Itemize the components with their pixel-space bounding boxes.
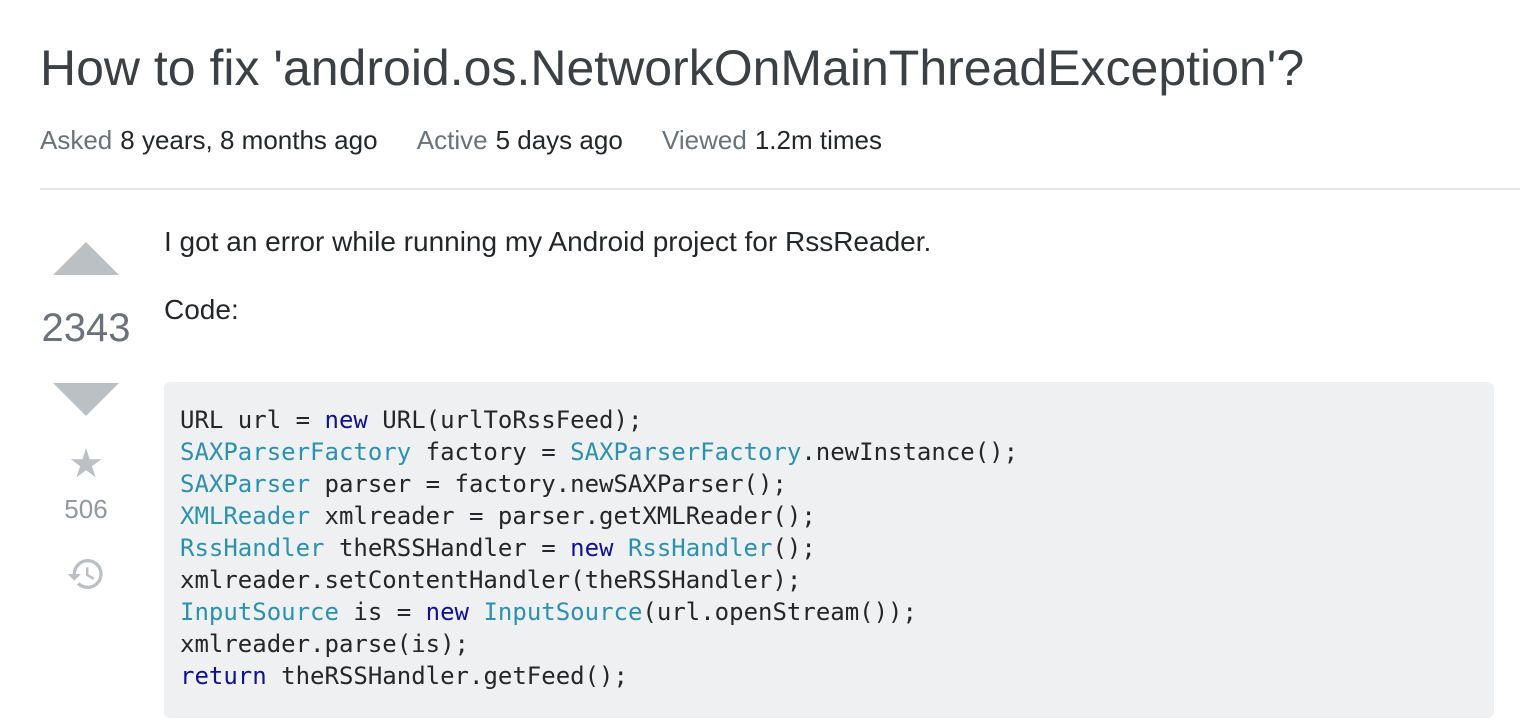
post-paragraph-code-label: Code: bbox=[164, 294, 239, 325]
code-text: (); bbox=[772, 534, 816, 562]
code-line: return theRSSHandler.getFeed(); bbox=[180, 660, 1478, 692]
favorite-star-icon[interactable]: ★ bbox=[40, 442, 132, 486]
upvote-button[interactable] bbox=[53, 242, 119, 275]
code-type: XMLReader bbox=[180, 502, 311, 530]
active-value[interactable]: 5 days ago bbox=[496, 125, 623, 155]
code-type: InputSource bbox=[180, 598, 339, 626]
code-line: InputSource is = new InputSource(url.ope… bbox=[180, 596, 1478, 628]
code-line: xmlreader.setContentHandler(theRSSHandle… bbox=[180, 564, 1478, 596]
history-icon[interactable] bbox=[66, 554, 106, 594]
code-type: SAXParserFactory bbox=[570, 438, 802, 466]
code-line: SAXParser parser = factory.newSAXParser(… bbox=[180, 468, 1478, 500]
code-keyword: new bbox=[425, 598, 470, 626]
code-text: parser = factory.newSAXParser(); bbox=[310, 470, 787, 498]
viewed-meta: Viewed 1.2m times bbox=[662, 124, 882, 156]
code-type: RssHandler bbox=[627, 534, 773, 562]
code-text: URL(urlToRssFeed); bbox=[367, 406, 643, 434]
code-keyword: new bbox=[570, 534, 614, 562]
code-text: xmlreader.setContentHandler(theRSSHandle… bbox=[180, 566, 802, 594]
code-text: factory = bbox=[411, 438, 571, 466]
code-text: URL url = bbox=[180, 406, 325, 434]
code-line: URL url = new URL(urlToRssFeed); bbox=[180, 404, 1478, 436]
active-meta: Active 5 days ago bbox=[417, 124, 623, 156]
viewed-label: Viewed bbox=[662, 125, 747, 155]
code-text: theRSSHandler = bbox=[324, 534, 571, 562]
question-title[interactable]: How to fix 'android.os.NetworkOnMainThre… bbox=[40, 36, 1304, 100]
code-type: InputSource bbox=[483, 598, 643, 626]
code-text: theRSSHandler.getFeed(); bbox=[266, 662, 628, 690]
asked-value: 8 years, 8 months ago bbox=[120, 125, 378, 155]
asked-label: Asked bbox=[40, 125, 113, 155]
code-text: xmlreader = parser.getXMLReader(); bbox=[310, 502, 816, 530]
code-line: xmlreader.parse(is); bbox=[180, 628, 1478, 660]
code-line: RssHandler theRSSHandler = new RssHandle… bbox=[180, 532, 1478, 564]
question-meta: Asked 8 years, 8 months ago Active 5 days … bbox=[40, 124, 914, 156]
code-line: SAXParserFactory factory = SAXParserFact… bbox=[180, 436, 1478, 468]
downvote-button[interactable] bbox=[53, 383, 119, 416]
favorite-count: 506 bbox=[64, 494, 108, 524]
asked-meta: Asked 8 years, 8 months ago bbox=[40, 124, 378, 156]
code-text: (url.openStream()); bbox=[642, 598, 917, 626]
vote-count: 2343 bbox=[41, 306, 131, 350]
code-text: .newInstance(); bbox=[801, 438, 1019, 466]
code-block: URL url = new URL(urlToRssFeed); SAXParse… bbox=[164, 382, 1494, 718]
code-keyword: new bbox=[324, 406, 368, 434]
active-label: Active bbox=[416, 125, 488, 155]
post-paragraph: I got an error while running my Android … bbox=[164, 226, 932, 257]
code-line: XMLReader xmlreader = parser.getXMLReade… bbox=[180, 500, 1478, 532]
code-text: xmlreader.parse(is); bbox=[180, 630, 469, 658]
code-type: SAXParserFactory bbox=[180, 438, 412, 466]
code-type: SAXParser bbox=[180, 470, 311, 498]
code-type: RssHandler bbox=[180, 534, 325, 562]
viewed-value: 1.2m times bbox=[754, 125, 882, 155]
code-keyword: return bbox=[180, 662, 267, 690]
header-divider bbox=[40, 188, 1520, 190]
code-text: is = bbox=[338, 598, 426, 626]
